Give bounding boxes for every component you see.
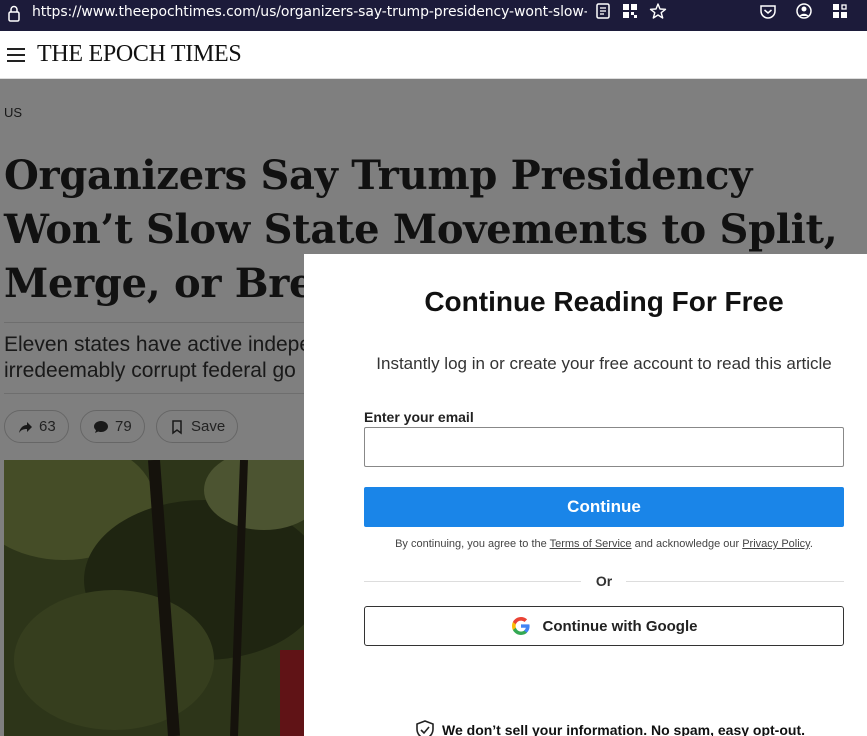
site-logo[interactable]: THE EPOCH TIMES — [37, 41, 242, 68]
modal-subtitle: Instantly log in or create your free acc… — [376, 354, 832, 373]
privacy-policy-link[interactable]: Privacy Policy — [742, 538, 810, 550]
signup-modal: Continue Reading For Free Instantly log … — [304, 254, 867, 736]
shield-check-icon — [416, 720, 434, 736]
no-spam-text: We don’t sell your information. No spam,… — [442, 722, 805, 736]
or-divider: Or — [364, 573, 844, 589]
legal-suffix: . — [809, 538, 813, 550]
address-bar[interactable]: https://www.theepochtimes.com/us/organiz… — [32, 4, 587, 22]
legal-prefix: By continuing, you agree to the — [395, 538, 550, 550]
lock-icon — [8, 5, 20, 22]
email-input[interactable] — [364, 427, 844, 467]
reader-view-icon[interactable] — [594, 2, 612, 20]
pocket-icon[interactable] — [759, 2, 777, 20]
bookmark-star-icon[interactable] — [649, 2, 667, 20]
legal-notice: By continuing, you agree to the Terms of… — [364, 538, 844, 550]
or-label: Or — [595, 573, 613, 589]
email-label: Enter your email — [364, 409, 474, 425]
privacy-assurance: We don’t sell your information. No spam,… — [414, 719, 805, 736]
legal-middle: and acknowledge our — [631, 538, 743, 550]
google-icon — [511, 617, 530, 635]
qr-code-icon[interactable] — [621, 2, 639, 20]
google-button-label: Continue with Google — [542, 617, 698, 635]
continue-with-google-button[interactable]: Continue with Google — [364, 606, 844, 646]
account-icon[interactable] — [795, 2, 813, 20]
extensions-icon[interactable] — [831, 2, 849, 20]
modal-title: Continue Reading For Free — [424, 286, 784, 317]
terms-of-service-link[interactable]: Terms of Service — [550, 538, 632, 550]
site-header: THE EPOCH TIMES — [0, 31, 867, 79]
browser-toolbar: https://www.theepochtimes.com/us/organiz… — [0, 0, 867, 31]
menu-icon[interactable] — [7, 48, 25, 62]
continue-button[interactable]: Continue — [364, 487, 844, 527]
